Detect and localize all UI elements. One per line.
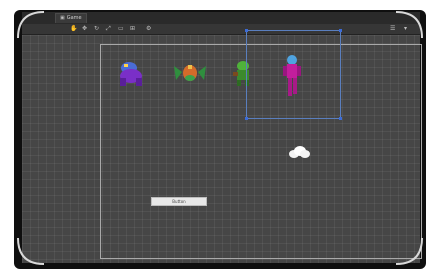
green-winged-creature-sprite[interactable] — [172, 62, 208, 84]
tab-game-label: Game — [66, 15, 82, 21]
layout-icon[interactable]: ▾ — [404, 25, 407, 33]
move-tool-icon[interactable]: ✥ — [82, 25, 87, 33]
resize-handle-bottom-right[interactable] — [339, 117, 342, 120]
hand-tool-icon[interactable]: ✋ — [70, 25, 77, 33]
selection-rect[interactable] — [245, 29, 342, 120]
tab-game[interactable]: ▣ Game — [55, 13, 87, 23]
game-view-icon: ▣ — [60, 15, 65, 21]
ui-button[interactable]: Button — [151, 197, 207, 206]
resize-handle-bottom-left[interactable] — [245, 117, 248, 120]
scale-tool-icon[interactable]: ⤢ — [106, 25, 111, 33]
transform-tool-icon[interactable]: ⊞ — [130, 25, 135, 33]
resize-handle-top-right[interactable] — [339, 29, 342, 32]
rect-tool-icon[interactable]: ▭ — [118, 25, 124, 33]
custom-tool-icon[interactable]: ⚙ — [146, 25, 151, 33]
cloud-sprite[interactable] — [288, 146, 310, 159]
layers-icon[interactable]: ☰ — [390, 25, 395, 33]
resize-handle-top-left[interactable] — [245, 29, 248, 32]
purple-beast-sprite[interactable] — [114, 58, 148, 88]
rotate-tool-icon[interactable]: ↻ — [94, 25, 99, 33]
scene-toolbar: ✋ ✥ ↻ ⤢ ▭ ⊞ ⚙ ☰ ▾ — [22, 24, 420, 35]
